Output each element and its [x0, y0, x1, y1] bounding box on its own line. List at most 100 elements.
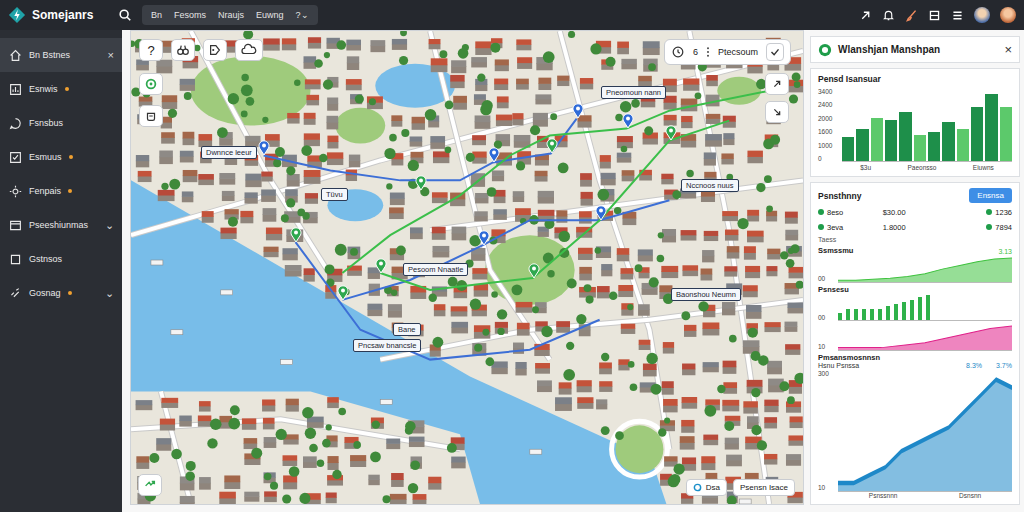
sidebar-item[interactable]: Fenpais: [0, 174, 122, 208]
area-chart[interactable]: [838, 256, 1012, 283]
sidebar-trail[interactable]: ×: [108, 49, 114, 61]
main: Pneomoun nannDwnnce leeurTüvuNccnoos nuu…: [122, 30, 1024, 512]
chart-bar[interactable]: [871, 118, 883, 161]
map-pin-icon[interactable]: [290, 227, 302, 243]
chart-bar[interactable]: [957, 129, 969, 161]
mini-bar[interactable]: [894, 304, 898, 320]
top-actions: [859, 7, 1016, 23]
sidebar-item[interactable]: Esnwis: [0, 72, 122, 106]
grid-icon[interactable]: [928, 9, 941, 22]
mini-bar[interactable]: [926, 295, 930, 320]
check-icon[interactable]: [766, 43, 784, 61]
sidebar-item[interactable]: Gosnag ⌄: [0, 276, 122, 310]
mini-bar[interactable]: [838, 313, 842, 320]
map-pin-icon[interactable]: [258, 140, 270, 156]
brand[interactable]: Somejanrs: [8, 6, 108, 24]
summary-count: 7894: [947, 223, 1012, 232]
badge-dot: [68, 189, 72, 193]
map-label: Pneomoun nann: [601, 86, 666, 99]
menu-item[interactable]: Bn: [146, 7, 167, 23]
binoculars-button[interactable]: [171, 39, 195, 61]
sidebar-label: Fsnsbus: [29, 118, 63, 128]
summary-button[interactable]: Ensnsa: [969, 188, 1012, 203]
sidebar-item[interactable]: Esmuus: [0, 140, 122, 174]
chart-bar[interactable]: [942, 122, 954, 161]
sidebar-item[interactable]: Fsnsbus: [0, 106, 122, 140]
ring-icon: [693, 483, 702, 492]
mini-bar[interactable]: [862, 309, 866, 320]
search-icon[interactable]: [118, 8, 132, 22]
settings-icon[interactable]: [951, 9, 964, 22]
chart-bar[interactable]: [914, 135, 926, 161]
map-pin-icon[interactable]: [415, 175, 427, 191]
sidebar-item[interactable]: Gstnsos: [0, 242, 122, 276]
legend-item[interactable]: Dsa: [686, 479, 727, 496]
summary-value: 1.8000: [883, 223, 948, 232]
brush-icon[interactable]: [905, 9, 918, 22]
area-chart[interactable]: [838, 324, 1012, 351]
map-pin-icon[interactable]: [337, 285, 349, 301]
map-pin-icon[interactable]: [665, 125, 677, 141]
mini-bar[interactable]: [870, 309, 874, 320]
trend-tick: 00: [818, 314, 834, 321]
mini-bar[interactable]: [886, 306, 890, 320]
sidebar-trail[interactable]: ⌄: [105, 219, 114, 232]
map[interactable]: Pneomoun nannDwnnce leeurTüvuNccnoos nuu…: [130, 30, 804, 505]
map-pin-icon[interactable]: [572, 103, 584, 119]
mini-bar[interactable]: [854, 309, 858, 320]
sidebar-item[interactable]: Pseeshiunmas ⌄: [0, 208, 122, 242]
map-pin-icon[interactable]: [375, 258, 387, 274]
chart-bar[interactable]: [842, 137, 854, 161]
chart-bar[interactable]: [985, 94, 997, 161]
bar-chart-card: Pensd Isansuar 340024002000160010000 $3u…: [810, 68, 1020, 177]
map-pin-icon[interactable]: [622, 113, 634, 129]
mini-bar[interactable]: [902, 302, 906, 320]
expand-icon: [770, 77, 784, 91]
trend-title: Ssmssmu: [818, 246, 853, 255]
map-pin-icon[interactable]: [546, 138, 558, 154]
menu-item[interactable]: Fesoms: [169, 7, 211, 23]
chart-bar[interactable]: [899, 112, 911, 161]
help-button[interactable]: ?: [139, 39, 163, 61]
location-button[interactable]: [139, 73, 163, 95]
map-pin-icon[interactable]: [478, 230, 490, 246]
expand-button[interactable]: [765, 73, 789, 95]
mini-bar[interactable]: [878, 309, 882, 320]
menu-item[interactable]: Nraujs: [213, 7, 249, 23]
area-chart[interactable]: [838, 370, 1012, 492]
chart-bar[interactable]: [856, 129, 868, 161]
arrow-icon[interactable]: [859, 9, 872, 22]
trend-ticks: 30010: [818, 370, 834, 491]
map-pin-icon[interactable]: [595, 205, 607, 221]
legend-item[interactable]: Psensn Isace: [733, 479, 795, 496]
mini-bar[interactable]: [918, 297, 922, 320]
avatar[interactable]: [1000, 7, 1016, 23]
sidebar-item[interactable]: Bn Bstnes ×: [0, 38, 122, 72]
tag-button[interactable]: [203, 39, 227, 61]
clock-icon[interactable]: [671, 45, 685, 59]
menu-item[interactable]: ?⌄: [291, 7, 314, 23]
chart-bar[interactable]: [1000, 107, 1012, 161]
recenter-button[interactable]: [138, 474, 162, 496]
mini-bar[interactable]: [910, 300, 914, 320]
sidebar: Bn Bstnes × Esnwis Fsnsbus Esmuus Fenpai…: [0, 30, 122, 512]
chart-bar[interactable]: [971, 107, 983, 161]
cloud-button[interactable]: [235, 39, 263, 61]
close-button[interactable]: ×: [1004, 42, 1012, 57]
sidebar-label: Bn Bstnes: [29, 50, 70, 60]
map-pin-icon[interactable]: [488, 147, 500, 163]
collapse-button[interactable]: [765, 101, 789, 123]
menu-item[interactable]: Euwng: [251, 7, 289, 23]
x-label: Paeonsso: [907, 164, 936, 171]
map-pin-icon[interactable]: [528, 263, 540, 279]
chart-bar[interactable]: [928, 132, 940, 161]
avatar[interactable]: [974, 7, 990, 23]
bell-icon[interactable]: [882, 9, 895, 22]
app: Somejanrs BnFesomsNraujsEuwng?⌄ Bn Bstne…: [0, 0, 1024, 512]
chart-bar[interactable]: [885, 120, 897, 161]
sidebar-trail[interactable]: ⌄: [105, 287, 114, 300]
mini-bar[interactable]: [846, 309, 850, 320]
view-label[interactable]: Ptecsoum: [718, 47, 758, 57]
mini-bars: [838, 295, 1012, 321]
layers-button[interactable]: [139, 105, 163, 127]
